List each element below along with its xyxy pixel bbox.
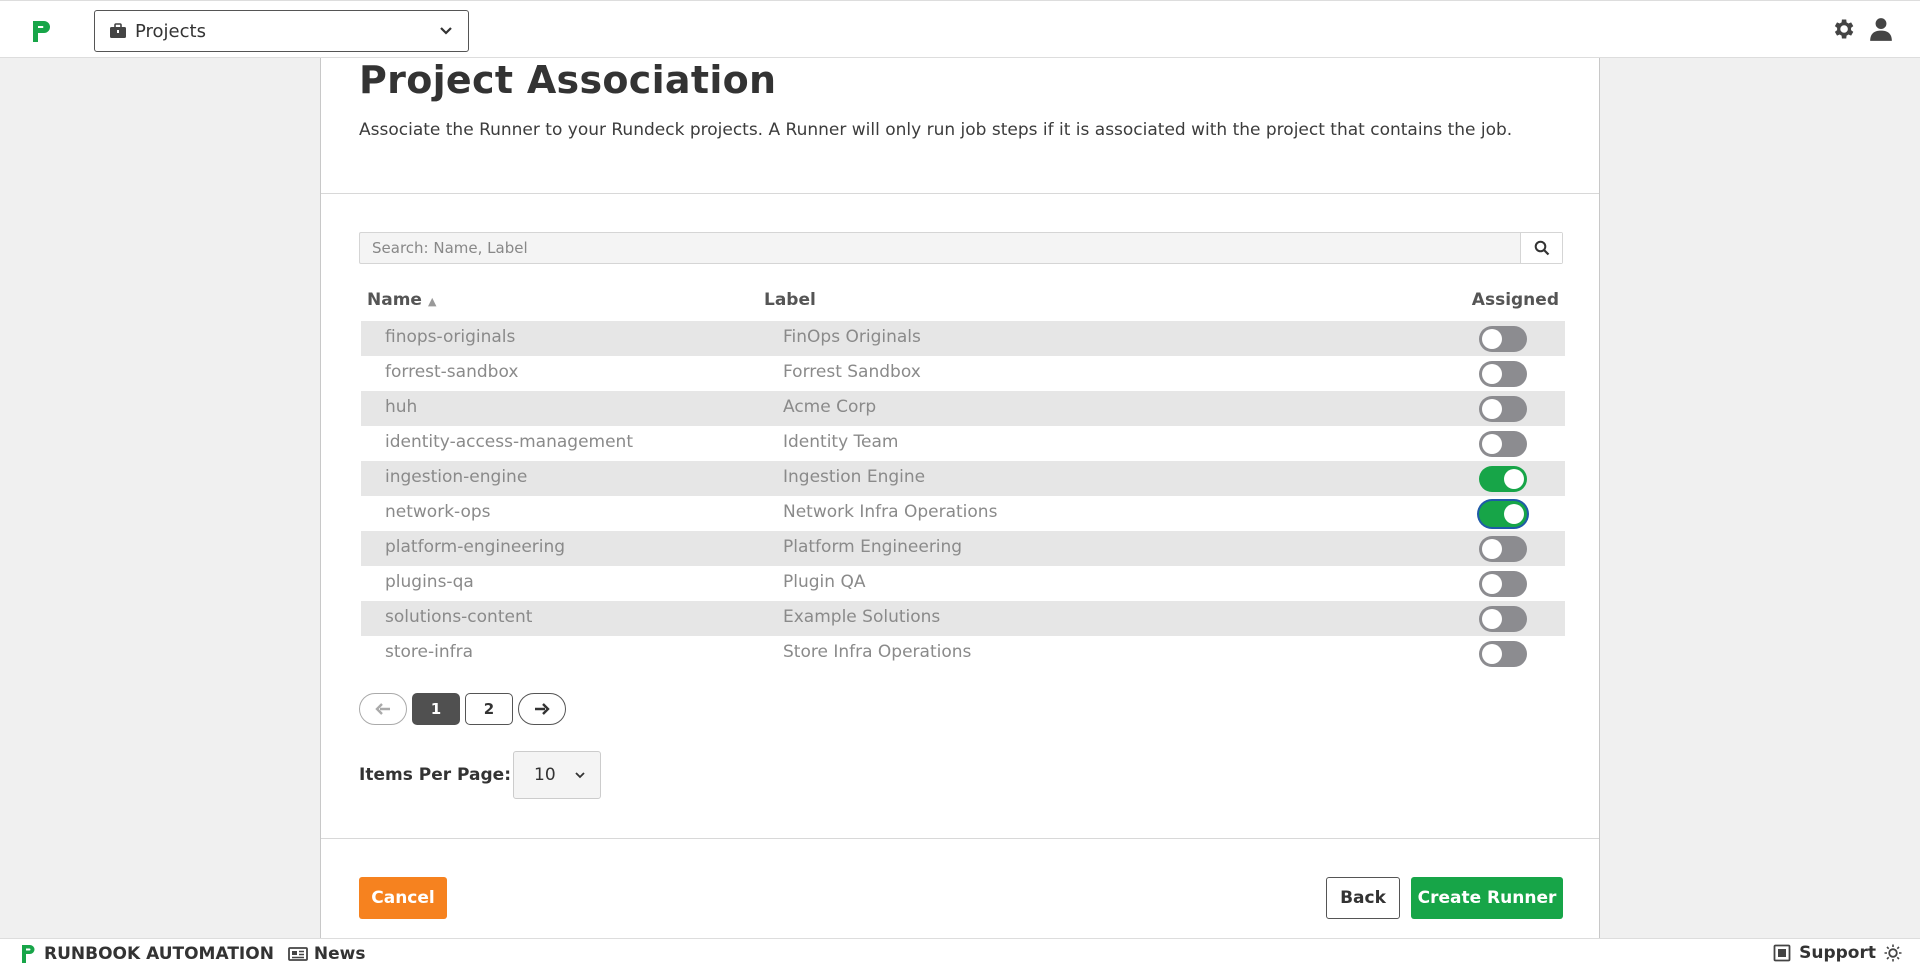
table-row: network-ops Network Infra Operations — [361, 496, 1565, 531]
table-row: identity-access-management Identity Team — [361, 426, 1565, 461]
toggle-knob — [1482, 399, 1502, 419]
column-header-assigned[interactable]: Assigned — [1472, 290, 1559, 310]
project-table: finops-originals FinOps Originals forres… — [361, 321, 1565, 671]
project-selector-label: Projects — [135, 20, 206, 42]
cancel-button[interactable]: Cancel — [359, 877, 447, 919]
support-link[interactable]: Support — [1799, 943, 1876, 963]
back-button[interactable]: Back — [1326, 877, 1400, 919]
project-label: Forrest Sandbox — [783, 362, 921, 382]
table-row: store-infra Store Infra Operations — [361, 636, 1565, 671]
project-name: ingestion-engine — [385, 467, 528, 487]
news-label: News — [313, 944, 366, 964]
page-1-button[interactable]: 1 — [412, 693, 460, 725]
assigned-toggle[interactable] — [1479, 501, 1527, 527]
column-header-label[interactable]: Label — [764, 290, 816, 310]
gear-icon[interactable] — [1830, 16, 1856, 42]
newspaper-icon — [288, 947, 308, 961]
assigned-toggle[interactable] — [1479, 641, 1527, 667]
footer-bar: RUNBOOK AUTOMATION News Support — [0, 938, 1920, 969]
project-label: FinOps Originals — [783, 327, 921, 347]
chevron-down-icon — [440, 27, 452, 35]
toggle-knob — [1482, 539, 1502, 559]
project-name: finops-originals — [385, 327, 516, 347]
project-label: Example Solutions — [783, 607, 941, 627]
project-name: huh — [385, 397, 418, 417]
page-description: Associate the Runner to your Rundeck pro… — [359, 120, 1513, 140]
assigned-toggle[interactable] — [1479, 466, 1527, 492]
assigned-toggle[interactable] — [1479, 326, 1527, 352]
project-name: forrest-sandbox — [385, 362, 519, 382]
page-2-button[interactable]: 2 — [465, 693, 513, 725]
toggle-knob — [1504, 469, 1524, 489]
table-row: forrest-sandbox Forrest Sandbox — [361, 356, 1565, 391]
toggle-knob — [1482, 364, 1502, 384]
project-label: Ingestion Engine — [783, 467, 926, 487]
sort-ascending-icon: ▲ — [427, 295, 437, 308]
project-name: plugins-qa — [385, 572, 474, 592]
table-row: solutions-content Example Solutions — [361, 601, 1565, 636]
project-label: Platform Engineering — [783, 537, 963, 557]
arrow-left-icon — [375, 703, 390, 715]
project-selector[interactable]: Projects — [94, 10, 469, 52]
toggle-knob — [1504, 504, 1524, 524]
page-title: Project Association — [359, 58, 777, 102]
top-navbar: Projects — [0, 0, 1920, 58]
items-per-page-select[interactable]: 10 — [513, 751, 601, 799]
items-per-page-label: Items Per Page: — [359, 765, 511, 785]
prev-page-button[interactable] — [359, 693, 407, 725]
arrow-right-icon — [535, 703, 550, 715]
user-icon[interactable] — [1868, 16, 1894, 42]
toggle-knob — [1482, 574, 1502, 594]
table-header: Name ▲ Label Assigned — [359, 290, 1563, 314]
project-name: store-infra — [385, 642, 474, 662]
logo-icon — [22, 945, 35, 963]
toggle-knob — [1482, 609, 1502, 629]
divider — [321, 193, 1599, 194]
project-name: network-ops — [385, 502, 491, 522]
project-label: Acme Corp — [783, 397, 877, 417]
search-input[interactable] — [360, 233, 1520, 263]
divider — [321, 838, 1599, 839]
theme-toggle-icon[interactable] — [1884, 944, 1902, 962]
main-panel: Project Association Associate the Runner… — [320, 58, 1600, 938]
assigned-toggle[interactable] — [1479, 571, 1527, 597]
assigned-toggle[interactable] — [1479, 361, 1527, 387]
table-row: huh Acme Corp — [361, 391, 1565, 426]
assigned-toggle[interactable] — [1479, 606, 1527, 632]
toggle-knob — [1482, 434, 1502, 454]
items-per-page-value: 10 — [534, 765, 556, 785]
project-label: Store Infra Operations — [783, 642, 972, 662]
table-row: ingestion-engine Ingestion Engine — [361, 461, 1565, 496]
project-name: solutions-content — [385, 607, 533, 627]
items-per-page: Items Per Page: 10 — [359, 751, 601, 799]
toggle-knob — [1482, 644, 1502, 664]
chevron-down-icon — [575, 772, 585, 779]
news-link[interactable]: News — [288, 944, 366, 964]
table-row: platform-engineering Platform Engineerin… — [361, 531, 1565, 566]
toggle-knob — [1482, 329, 1502, 349]
assigned-toggle[interactable] — [1479, 536, 1527, 562]
column-header-name-label: Name — [367, 290, 422, 310]
assigned-toggle[interactable] — [1479, 396, 1527, 422]
project-name: identity-access-management — [385, 432, 633, 452]
briefcase-icon — [110, 23, 126, 38]
project-label: Plugin QA — [783, 572, 866, 592]
pagination: 1 2 — [359, 693, 566, 725]
table-row: finops-originals FinOps Originals — [361, 321, 1565, 356]
support-icon — [1773, 944, 1791, 962]
next-page-button[interactable] — [518, 693, 566, 725]
footer-brand[interactable]: RUNBOOK AUTOMATION — [44, 944, 274, 964]
search-bar — [359, 232, 1563, 264]
project-name: platform-engineering — [385, 537, 566, 557]
project-label: Network Infra Operations — [783, 502, 998, 522]
search-icon — [1534, 240, 1549, 256]
create-runner-button[interactable]: Create Runner — [1411, 877, 1563, 919]
table-row: plugins-qa Plugin QA — [361, 566, 1565, 601]
project-label: Identity Team — [783, 432, 899, 452]
logo-icon[interactable] — [30, 18, 52, 44]
assigned-toggle[interactable] — [1479, 431, 1527, 457]
column-header-name[interactable]: Name ▲ — [367, 290, 436, 310]
search-button[interactable] — [1520, 233, 1562, 263]
